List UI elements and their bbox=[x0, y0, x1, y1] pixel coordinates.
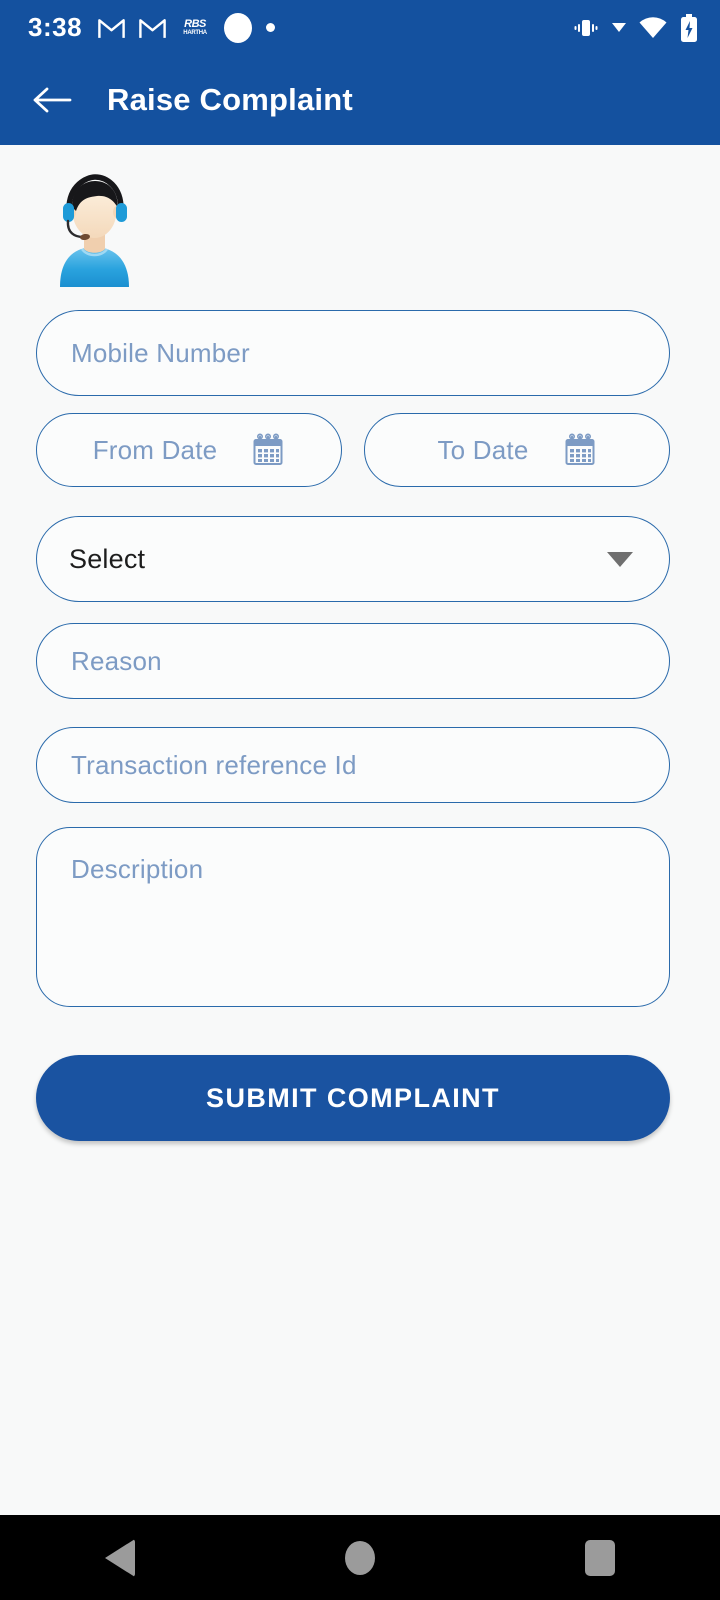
status-bar-right bbox=[573, 13, 698, 42]
reason-input[interactable]: Reason bbox=[36, 623, 670, 699]
status-clock: 3:38 bbox=[28, 12, 83, 42]
mobile-number-input[interactable]: Mobile Number bbox=[36, 310, 670, 396]
description-placeholder: Description bbox=[71, 854, 204, 884]
calendar-icon bbox=[253, 433, 283, 465]
back-arrow-icon bbox=[33, 87, 72, 113]
rbs-logo-top: RBS bbox=[184, 17, 206, 30]
white-circle-notification-icon bbox=[224, 12, 253, 43]
nav-home-icon[interactable] bbox=[345, 1540, 375, 1575]
page-title: Raise Complaint bbox=[107, 82, 353, 117]
gmail-icon-1 bbox=[98, 18, 125, 38]
battery-charging-icon bbox=[681, 13, 697, 42]
wifi-icon bbox=[639, 16, 667, 38]
form-content: Mobile Number From Date To Date Select R… bbox=[0, 145, 720, 1515]
from-date-input[interactable]: From Date bbox=[36, 413, 342, 487]
phone-screen: 3:38 RBS HARTHA Raise Complaint Mobile N… bbox=[0, 0, 720, 1600]
reason-placeholder: Reason bbox=[71, 645, 162, 676]
rbs-logo-bottom: HARTHA bbox=[183, 29, 207, 36]
vibrate-mode-icon bbox=[574, 19, 598, 36]
from-date-placeholder: From Date bbox=[92, 434, 218, 465]
status-bar: 3:38 RBS HARTHA bbox=[0, 0, 720, 55]
status-bar-left: 3:38 RBS HARTHA bbox=[28, 12, 276, 43]
mobile-number-placeholder: Mobile Number bbox=[71, 337, 250, 368]
gmail-icon-2 bbox=[139, 18, 166, 38]
app-bar: Raise Complaint bbox=[0, 55, 720, 145]
rbs-hartha-app-icon: RBS HARTHA bbox=[180, 16, 210, 40]
nav-back-icon[interactable] bbox=[105, 1538, 135, 1577]
back-button[interactable] bbox=[24, 72, 80, 128]
to-date-inner: To Date bbox=[365, 433, 669, 467]
transaction-reference-id-input[interactable]: Transaction reference Id bbox=[36, 727, 670, 803]
calendar-icon bbox=[565, 433, 594, 465]
nav-recents-icon[interactable] bbox=[585, 1539, 615, 1576]
small-dot-notification-icon bbox=[266, 23, 276, 32]
transaction-reference-id-placeholder: Transaction reference Id bbox=[71, 749, 357, 780]
description-textarea[interactable]: Description bbox=[36, 827, 670, 1007]
status-notification-icons: RBS HARTHA bbox=[98, 12, 276, 43]
submit-complaint-button[interactable]: SUBMIT COMPLAINT bbox=[36, 1055, 670, 1141]
complaint-type-dropdown[interactable]: Select bbox=[36, 516, 670, 602]
complaint-type-selected-value: Select bbox=[69, 543, 146, 574]
from-date-inner: From Date bbox=[37, 433, 341, 467]
chevron-down-icon bbox=[607, 552, 633, 567]
to-date-input[interactable]: To Date bbox=[364, 413, 670, 487]
caret-down-icon bbox=[612, 23, 626, 32]
customer-support-agent-avatar bbox=[60, 174, 129, 287]
to-date-placeholder: To Date bbox=[437, 434, 529, 465]
android-navigation-bar bbox=[0, 1515, 720, 1600]
